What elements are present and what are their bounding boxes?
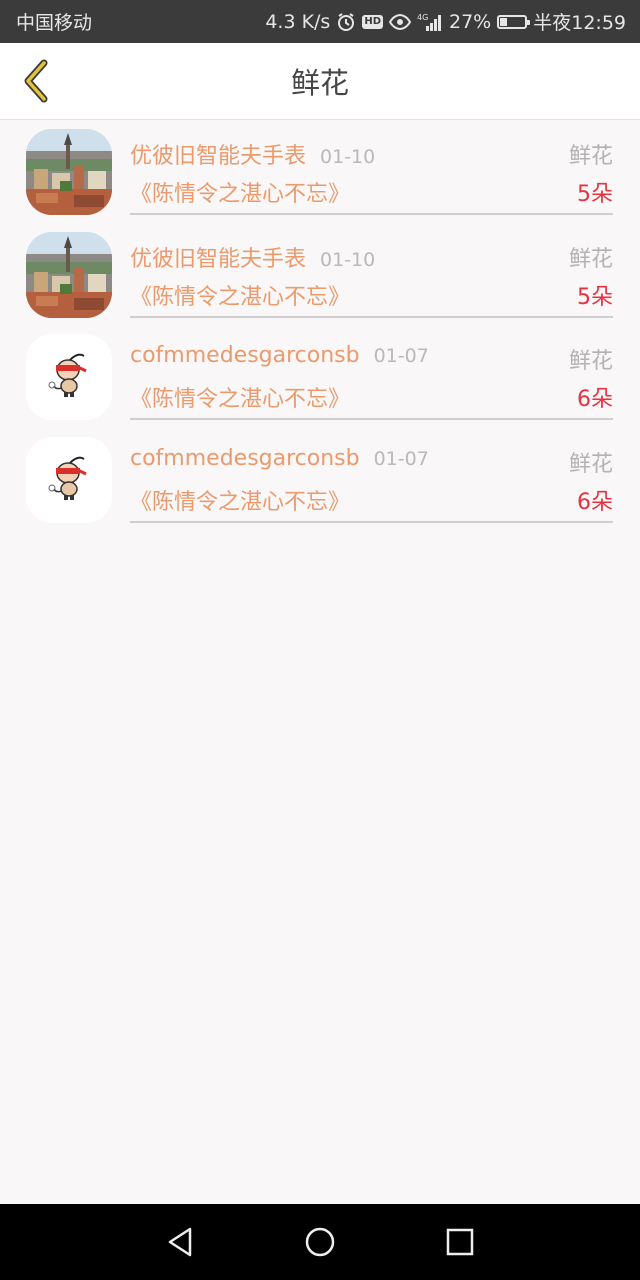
send-date: 01-10: [320, 248, 376, 271]
gift-type: 鲜花: [568, 349, 613, 374]
cartoon-boy-avatar: [26, 334, 112, 420]
sender-name-text: cofmmedesgarconsb: [130, 343, 360, 368]
avatar[interactable]: [26, 129, 112, 215]
network-speed: 4.3 K/s: [265, 10, 331, 33]
city-photo-avatar: [26, 231, 112, 318]
sender-name: 优彼旧智能夫手表 01-10: [130, 138, 375, 170]
work-title: 《陈情令之湛心不忘》: [130, 387, 351, 412]
gift-type: 鲜花: [568, 246, 613, 272]
signal-icon: 4G: [417, 12, 443, 32]
clock: 半夜12:59: [533, 12, 626, 34]
send-date: 01-10: [320, 146, 376, 168]
status-indicators: 4.3 K/s HD 4G 27% 半夜12:59: [265, 8, 626, 35]
sender-name-text: 优彼旧智能夫手表: [130, 144, 307, 169]
sender-name-text: 优彼旧智能夫手表: [130, 246, 307, 272]
battery-percent: 27%: [449, 10, 492, 33]
alarm-icon: [336, 12, 356, 32]
status-bar: 中国移动 4.3 K/s HD 4G 27% 半夜12:59: [0, 0, 640, 43]
sender-name-text: cofmmedesgarconsb: [130, 445, 360, 471]
work-title: 《陈情令之湛心不忘》: [130, 489, 351, 515]
send-date: 01-07: [373, 345, 429, 367]
list-item-body: cofmmedesgarconsb 01-07 鲜花《陈情令之湛心不忘》 6朵: [130, 428, 613, 523]
nav-recents-button[interactable]: [430, 1212, 490, 1272]
avatar[interactable]: [26, 231, 112, 318]
send-date: 01-07: [373, 447, 429, 470]
gift-type: 鲜花: [568, 451, 613, 477]
gift-count: 6朵: [577, 387, 613, 412]
list-item-body: cofmmedesgarconsb 01-07 鲜花《陈情令之湛心不忘》 6朵: [130, 325, 613, 420]
system-nav-bar: [0, 1204, 640, 1280]
nav-back-button[interactable]: [150, 1212, 210, 1272]
gift-count: 6朵: [577, 489, 613, 515]
circle-home-icon: [305, 1227, 335, 1257]
header: 鲜花: [0, 43, 640, 120]
chevron-left-icon: [24, 59, 48, 103]
triangle-back-icon: [168, 1227, 192, 1257]
eye-icon: [389, 13, 411, 30]
work-title: 《陈情令之湛心不忘》: [130, 182, 351, 207]
gift-count: 5朵: [577, 284, 613, 310]
network-type: 4G: [417, 13, 428, 22]
gift-count: 5朵: [577, 182, 613, 207]
sender-name: cofmmedesgarconsb 01-07: [130, 343, 429, 368]
back-button[interactable]: [10, 55, 62, 107]
list-item-body: 优彼旧智能夫手表 01-10 鲜花《陈情令之湛心不忘》 5朵: [130, 223, 613, 318]
work-title: 《陈情令之湛心不忘》: [130, 284, 351, 310]
list-item-body: 优彼旧智能夫手表 01-10 鲜花《陈情令之湛心不忘》 5朵: [130, 120, 613, 215]
carrier-label: 中国移动: [16, 12, 93, 34]
list-item[interactable]: 优彼旧智能夫手表 01-10 鲜花《陈情令之湛心不忘》 5朵: [0, 223, 640, 326]
city-photo-avatar: [26, 129, 112, 215]
cartoon-boy-avatar: [26, 436, 112, 523]
square-recents-icon: [446, 1228, 474, 1256]
avatar[interactable]: [26, 436, 112, 523]
sender-name: 优彼旧智能夫手表 01-10: [130, 241, 375, 273]
gift-list: 优彼旧智能夫手表 01-10 鲜花 《陈情令之湛心不忘》 5朵 优彼旧智能夫手表 01-1…: [0, 120, 640, 530]
battery-icon: [497, 14, 531, 29]
page-title: 鲜花: [290, 66, 349, 100]
list-item[interactable]: cofmmedesgarconsb 01-07 鲜花《陈情令之湛心不忘》 6朵: [0, 325, 640, 428]
sender-name: cofmmedesgarconsb 01-07: [130, 446, 429, 471]
avatar[interactable]: [26, 334, 112, 420]
gift-type: 鲜花: [568, 144, 613, 169]
hd-icon: HD: [362, 14, 383, 29]
list-item[interactable]: cofmmedesgarconsb 01-07 鲜花《陈情令之湛心不忘》 6朵: [0, 428, 640, 531]
nav-home-button[interactable]: [290, 1212, 350, 1272]
list-item[interactable]: 优彼旧智能夫手表 01-10 鲜花《陈情令之湛心不忘》 5朵: [0, 120, 640, 223]
